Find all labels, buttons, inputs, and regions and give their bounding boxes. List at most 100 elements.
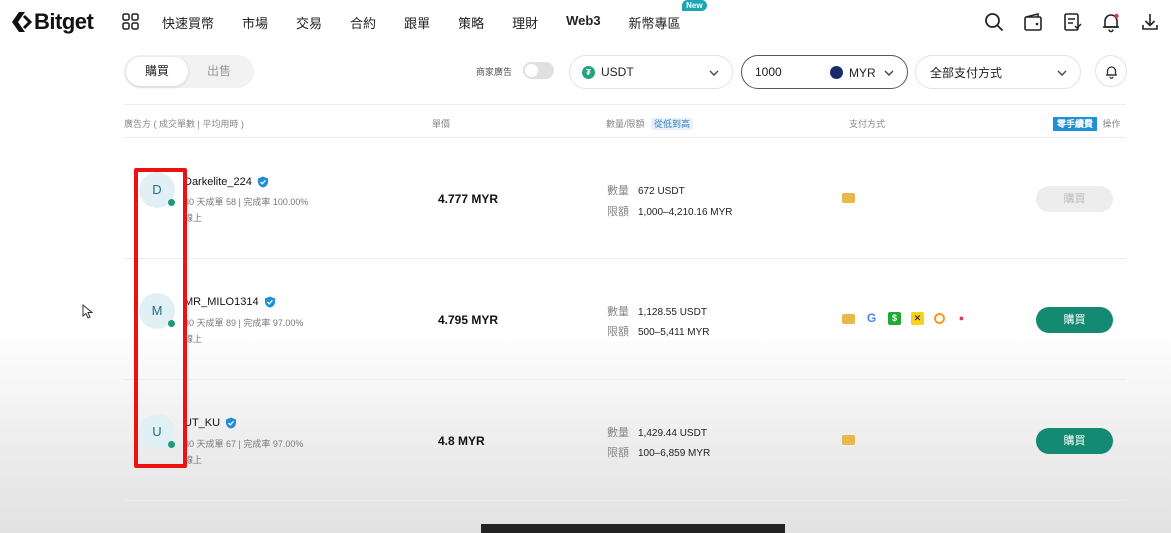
buy-sell-switch: 購買 出售: [124, 55, 254, 88]
unit-price: 4.8 MYR: [438, 434, 485, 448]
currency-select[interactable]: MYR: [849, 66, 876, 80]
brand-name: Bitget: [34, 9, 94, 34]
amount-input-value: 1000: [755, 65, 782, 79]
sort-low-to-high[interactable]: 從低到高: [651, 118, 694, 130]
divider: [124, 104, 1126, 105]
bitget-logo[interactable]: Bitget: [12, 9, 94, 35]
tab-buy[interactable]: 購買: [126, 57, 188, 86]
alert-bell-icon: [1106, 66, 1117, 79]
payment-methods: G $ ✕ ●: [842, 312, 978, 325]
unit-price: 4.795 MYR: [438, 313, 499, 327]
limit-value: 500–5,411 MYR: [638, 327, 710, 338]
nav-new-listings-label: 新幣專區: [628, 16, 681, 31]
new-badge: New: [682, 0, 707, 11]
nav-futures[interactable]: 合約: [350, 13, 376, 32]
coin-select[interactable]: ₮ USDT: [569, 55, 733, 89]
limit-line: 限額 500–5,411 MYR: [607, 323, 710, 339]
limit-value: 100–6,859 MYR: [638, 448, 711, 459]
header-actions: [966, 11, 1161, 33]
wallet-icon[interactable]: [1022, 11, 1044, 33]
price-alert-button[interactable]: [1095, 55, 1127, 87]
header-action: 操作: [1102, 119, 1121, 129]
quantity-line: 數量 672 USDT: [607, 182, 685, 198]
bank-card-icon: [842, 313, 855, 324]
nav-new-listings[interactable]: 新幣專區 New: [628, 0, 707, 32]
nav-earn[interactable]: 理財: [512, 13, 538, 32]
payment-methods: [842, 193, 865, 203]
apps-grid-icon[interactable]: [122, 13, 139, 30]
payment-method-value: 全部支付方式: [930, 65, 1003, 80]
top-navigation: Bitget 快速買幣 市場 交易 合約 跟單 策略 理財 Web3 新幣專區 …: [0, 0, 1171, 44]
buy-button[interactable]: 購買: [1036, 186, 1113, 212]
header-advertiser: 廣告方 ( 成交單數 | 平均用時 ): [124, 119, 244, 129]
buy-button[interactable]: 購買: [1036, 428, 1113, 454]
quantity-line: 數量 1,128.55 USDT: [607, 303, 707, 319]
header-fee-action: 零手續費 操作: [1053, 117, 1121, 131]
nav-trade[interactable]: 交易: [296, 13, 322, 32]
quantity-value: 1,429.44 USDT: [638, 428, 707, 439]
malaysia-flag-icon: [830, 66, 843, 79]
nav-web3[interactable]: Web3: [566, 13, 600, 32]
toggle-knob: [525, 64, 538, 77]
advertiser-name-text: MR_MILO1314: [184, 296, 259, 308]
advertiser-stats: 30 天成單 89 | 完成率 97.00%: [184, 318, 304, 328]
quantity-value: 1,128.55 USDT: [638, 307, 707, 318]
chevron-down-icon: [884, 70, 894, 76]
header-price: 單價: [432, 119, 451, 129]
advertiser-name-text: Darkelite_224: [184, 176, 252, 188]
nav-quick-buy[interactable]: 快速買幣: [162, 13, 214, 32]
quantity-value: 672 USDT: [638, 186, 685, 197]
quantity-line: 數量 1,429.44 USDT: [607, 424, 707, 440]
search-icon[interactable]: [983, 11, 1005, 33]
quantity-label: 數量: [607, 427, 629, 439]
limit-label: 限額: [607, 326, 629, 338]
orders-icon[interactable]: [1061, 11, 1083, 33]
unit-price: 4.777 MYR: [438, 192, 499, 206]
advertiser-name[interactable]: UT_KU: [184, 417, 237, 429]
nav-strategy[interactable]: 策略: [458, 13, 484, 32]
bank-card-icon: [842, 193, 855, 203]
download-icon[interactable]: [1139, 11, 1161, 33]
quantity-label: 數量: [607, 185, 629, 197]
table-row: U UT_KU 30 天成單 67 | 完成率 97.00% 線上 4.8 MY…: [124, 380, 1126, 500]
avatar-highlight-box: [134, 168, 187, 468]
amount-input[interactable]: 1000 MYR: [741, 55, 908, 89]
advertiser-name[interactable]: MR_MILO1314: [184, 296, 276, 308]
zero-fee-tag[interactable]: 零手續費: [1053, 117, 1098, 131]
video-caption-bar: [481, 524, 785, 533]
advertiser-name-text: UT_KU: [184, 417, 221, 429]
divider: [124, 500, 1126, 501]
usdt-icon: ₮: [582, 65, 595, 79]
limit-value: 1,000–4,210.16 MYR: [638, 207, 733, 218]
table-row: M MR_MILO1314 30 天成單 89 | 完成率 97.00% 線上 …: [124, 259, 1126, 379]
verified-badge-icon: [264, 296, 275, 308]
limit-label: 限額: [607, 206, 629, 218]
nav-markets[interactable]: 市場: [242, 13, 268, 32]
advertiser-stats: 30 天成單 58 | 完成率 100.00%: [184, 197, 309, 207]
limit-line: 限額 100–6,859 MYR: [607, 444, 710, 460]
nav-copy-trading[interactable]: 跟單: [404, 13, 430, 32]
verified-badge-icon: [226, 417, 237, 429]
coin-select-value: USDT: [601, 65, 634, 79]
merchant-ads-label: 商家廣告: [476, 67, 513, 77]
mouse-cursor-icon: [82, 304, 93, 319]
tab-sell[interactable]: 出售: [188, 57, 250, 86]
chevron-down-icon: [1057, 70, 1067, 76]
bank-card-icon: [842, 435, 855, 445]
payment-methods: [842, 435, 865, 445]
merchant-ads-toggle[interactable]: [523, 62, 554, 79]
filter-toolbar: 購買 出售 商家廣告 ₮ USDT 1000 MYR 全部支付方式: [0, 52, 1171, 90]
transfer-icon: ✕: [911, 312, 924, 325]
advertiser-stats: 30 天成單 67 | 完成率 97.00%: [184, 439, 304, 449]
cash-app-icon: $: [888, 312, 901, 325]
payment-method-select[interactable]: 全部支付方式: [915, 55, 1081, 89]
notification-bell-icon[interactable]: [1100, 11, 1122, 33]
limit-label: 限額: [607, 447, 629, 459]
bitget-logo-icon: [12, 12, 32, 32]
advertiser-name[interactable]: Darkelite_224: [184, 176, 269, 188]
header-quantity-label: 數量/限額: [606, 119, 645, 129]
buy-button[interactable]: 購買: [1036, 307, 1113, 333]
limit-line: 限額 1,000–4,210.16 MYR: [607, 203, 733, 219]
main-menu: 快速買幣 市場 交易 合約 跟單 策略 理財 Web3 新幣專區 New: [162, 0, 709, 32]
quantity-label: 數量: [607, 306, 629, 318]
